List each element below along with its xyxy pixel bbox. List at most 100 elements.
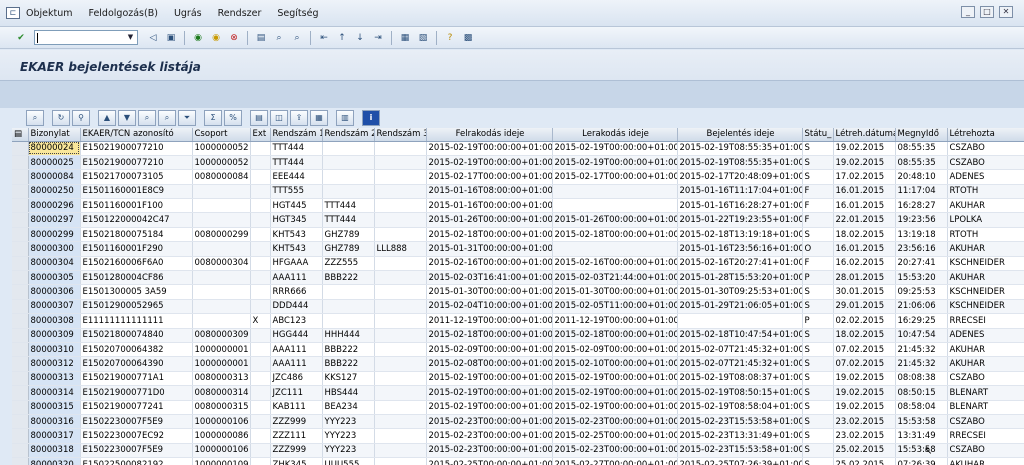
table-cell[interactable]: E15021800075184 <box>80 227 193 243</box>
table-cell[interactable]: 15:53:20 <box>895 270 948 286</box>
table-cell[interactable]: 2015-02-23T00:00:00+01:00 <box>426 443 553 459</box>
table-cell[interactable] <box>250 284 271 300</box>
table-cell[interactable]: S <box>802 141 834 156</box>
table-cell[interactable] <box>250 385 271 401</box>
table-cell[interactable] <box>250 414 271 430</box>
table-cell[interactable]: 2015-02-09T00:00:00+01:00 <box>426 342 553 358</box>
table-cell[interactable]: S <box>802 227 834 243</box>
table-cell[interactable]: 07.02.2015 <box>833 356 896 372</box>
table-cell[interactable]: E150219000771D0 <box>80 385 193 401</box>
table-cell[interactable]: RRECSEI <box>947 313 1024 329</box>
row-selector[interactable] <box>12 414 29 430</box>
table-cell[interactable]: TTT555 <box>270 184 323 200</box>
table-cell[interactable]: RRECSEI <box>947 428 1024 444</box>
table-cell[interactable]: E1502230007F5E9 <box>80 443 193 459</box>
chevron-down-icon[interactable]: ▼ <box>125 32 136 43</box>
table-cell[interactable]: 2015-02-16T20:27:41+01:00 <box>677 256 803 272</box>
table-cell[interactable]: HBS444 <box>322 385 375 401</box>
table-cell[interactable]: ZHK345 <box>270 457 323 465</box>
table-cell[interactable]: 2015-02-09T00:00:00+01:00 <box>552 342 678 358</box>
table-cell[interactable]: JZC111 <box>270 385 323 401</box>
table-cell[interactable]: KHT543 <box>270 241 323 257</box>
maximize-icon[interactable]: □ <box>980 6 994 18</box>
command-field[interactable]: ▼ <box>34 30 138 45</box>
table-cell[interactable] <box>322 184 375 200</box>
row-selector[interactable] <box>12 256 29 272</box>
table-row[interactable]: 80000317 E1502230007EC92 1000000086 ZZZ111 Y… <box>12 428 1024 444</box>
table-cell[interactable]: 1000000109 <box>192 457 251 465</box>
table-cell[interactable]: AAA111 <box>270 356 323 372</box>
table-cell[interactable]: 80000315 <box>28 400 81 415</box>
table-cell[interactable]: S <box>802 457 834 465</box>
table-cell[interactable]: 2015-01-16T08:00:00+01:00 <box>426 184 553 200</box>
table-cell[interactable] <box>374 385 427 401</box>
table-cell[interactable] <box>552 198 678 214</box>
table-cell[interactable]: CSZABO <box>947 141 1024 156</box>
table-cell[interactable]: RTOTH <box>947 184 1024 200</box>
sort-ascending-icon[interactable]: ▲ <box>98 110 116 126</box>
find-icon[interactable]: ⌕ <box>272 31 286 45</box>
column-header[interactable]: Lerakodás ideje <box>552 128 678 142</box>
table-cell[interactable]: 2015-01-26T00:00:00+01:00 <box>552 212 678 228</box>
table-row[interactable]: 80000084 E15021700073105 0080000084 EEE444 2… <box>12 169 1024 185</box>
table-cell[interactable]: 2015-02-19T00:00:00+01:00 <box>426 155 553 171</box>
table-cell[interactable]: HGT345 <box>270 212 323 228</box>
table-row[interactable]: 80000309 E15021800074840 0080000309 HGG444 H… <box>12 328 1024 343</box>
table-cell[interactable] <box>250 256 271 272</box>
table-cell[interactable]: 2015-01-30T09:25:53+01:00 <box>677 284 803 300</box>
table-cell[interactable]: CSZABO <box>947 371 1024 387</box>
table-cell[interactable]: 2015-02-25T00:00:00+01:00 <box>552 428 678 444</box>
table-cell[interactable]: 09:25:53 <box>895 284 948 300</box>
table-row[interactable]: 80000313 E150219000771A1 0080000313 JZC486 K… <box>12 371 1024 387</box>
table-cell[interactable]: 1000000106 <box>192 443 251 459</box>
column-header[interactable]: Létreh.dátuma <box>833 128 896 142</box>
column-header[interactable]: Létrehozta <box>947 128 1024 142</box>
table-cell[interactable] <box>250 241 271 257</box>
table-cell[interactable]: 2015-02-08T00:00:00+01:00 <box>426 356 553 372</box>
table-cell[interactable]: 2015-02-17T00:00:00+01:00 <box>552 169 678 185</box>
table-cell[interactable]: 19.02.2015 <box>833 371 896 387</box>
table-cell[interactable] <box>374 141 427 156</box>
table-cell[interactable]: LPOLKA <box>947 212 1024 228</box>
table-cell[interactable]: GHZ789 <box>322 241 375 257</box>
table-cell[interactable] <box>192 241 251 257</box>
table-cell[interactable] <box>250 270 271 286</box>
table-cell[interactable]: 0080000309 <box>192 328 251 343</box>
table-cell[interactable] <box>250 212 271 228</box>
table-cell[interactable]: E15012900052965 <box>80 299 193 315</box>
table-cell[interactable] <box>322 141 375 156</box>
table-cell[interactable] <box>374 212 427 228</box>
table-cell[interactable]: TTT444 <box>270 141 323 156</box>
back-icon[interactable]: ◉ <box>191 31 205 45</box>
table-cell[interactable]: 0080000314 <box>192 385 251 401</box>
table-cell[interactable]: 25.02.2015 <box>833 443 896 459</box>
column-header[interactable]: Bizonylat <box>28 128 81 142</box>
table-cell[interactable]: 19.02.2015 <box>833 400 896 415</box>
table-cell[interactable] <box>374 457 427 465</box>
table-cell[interactable]: 80000304 <box>28 256 81 272</box>
table-cell[interactable] <box>192 184 251 200</box>
table-cell[interactable]: E1501160001F100 <box>80 198 193 214</box>
row-selector[interactable] <box>12 155 29 171</box>
table-cell[interactable]: 2015-02-19T00:00:00+01:00 <box>426 400 553 415</box>
table-cell[interactable] <box>250 342 271 358</box>
table-cell[interactable]: ABC123 <box>270 313 323 329</box>
table-cell[interactable]: S <box>802 371 834 387</box>
table-cell[interactable] <box>374 342 427 358</box>
table-cell[interactable]: AKUHAR <box>947 270 1024 286</box>
table-cell[interactable]: 2015-01-31T00:00:00+01:00 <box>426 241 553 257</box>
table-cell[interactable] <box>374 400 427 415</box>
table-cell[interactable] <box>322 169 375 185</box>
table-row[interactable]: 80000024 E15021900077210 1000000052 TTT444 2… <box>12 141 1024 156</box>
table-cell[interactable]: 16:29:25 <box>895 313 948 329</box>
table-cell[interactable]: 16.01.2015 <box>833 241 896 257</box>
table-cell[interactable] <box>374 356 427 372</box>
table-cell[interactable]: TTT444 <box>270 155 323 171</box>
table-cell[interactable]: 0080000084 <box>192 169 251 185</box>
table-cell[interactable]: 2015-02-23T00:00:00+01:00 <box>426 414 553 430</box>
table-cell[interactable]: 28.01.2015 <box>833 270 896 286</box>
table-cell[interactable]: 20:48:10 <box>895 169 948 185</box>
table-cell[interactable]: 80000320 <box>28 457 81 465</box>
row-selector[interactable] <box>12 356 29 372</box>
table-cell[interactable]: O <box>802 241 834 257</box>
